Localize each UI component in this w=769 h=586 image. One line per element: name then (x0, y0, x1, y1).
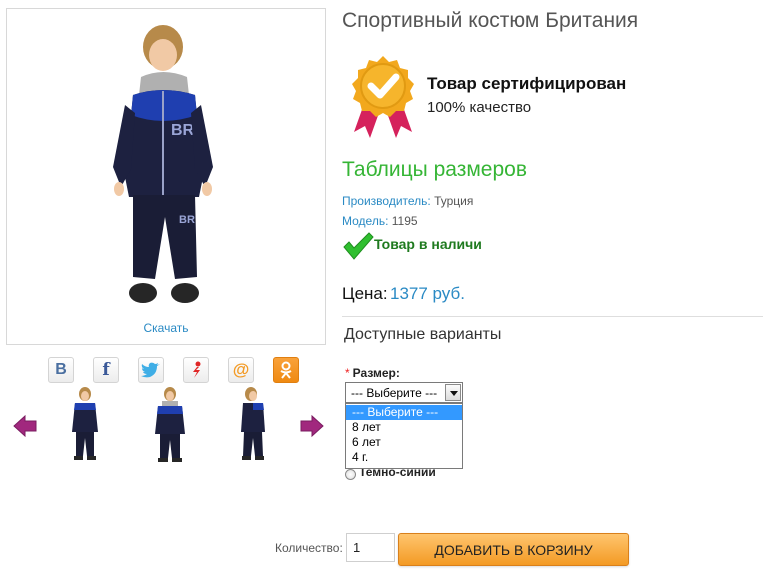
svg-text:BR: BR (171, 122, 195, 139)
facebook-share-button[interactable]: f (93, 357, 119, 383)
section-divider (342, 316, 763, 317)
stock-status: Товар в наличи (374, 236, 482, 252)
certification-title: Товар сертифицирован (427, 74, 627, 93)
color-radio[interactable] (345, 469, 356, 480)
certification-subtitle: 100% качество (427, 99, 532, 116)
chevron-down-icon[interactable] (445, 384, 461, 401)
moikrug-share-button[interactable] (183, 357, 209, 383)
size-tables-link[interactable]: Таблицы размеров (342, 158, 527, 182)
carousel-next-arrow-icon[interactable] (299, 413, 325, 439)
product-title: Спортивный костюм Британия (342, 9, 639, 32)
model-value: 1195 (391, 214, 418, 228)
boy-tracksuit-photo: BR BR (113, 25, 213, 303)
size-select-value: --- Выберите --- (351, 386, 438, 400)
mailru-icon: @ (232, 360, 250, 379)
size-option[interactable]: --- Выберите --- (346, 405, 462, 420)
product-thumbnail[interactable] (150, 386, 190, 464)
twitter-bird-icon (141, 362, 160, 378)
svg-text:BR: BR (179, 214, 195, 226)
size-label: * Размер: (345, 366, 400, 380)
add-to-cart-button[interactable]: ДОБАВИТЬ В КОРЗИНУ (398, 533, 629, 566)
odnoklassniki-icon (280, 361, 292, 379)
download-link[interactable]: Скачать (7, 321, 325, 335)
twitter-share-button[interactable] (138, 357, 164, 383)
odnoklassniki-share-button[interactable] (273, 357, 299, 383)
product-thumbnail[interactable] (233, 386, 273, 464)
price-label: Цена: (342, 284, 388, 303)
model-row: Модель: 1195 (342, 214, 418, 228)
manufacturer-row: Производитель: Турция (342, 194, 473, 208)
moikrug-icon (193, 361, 201, 378)
size-label-text: Размер: (352, 366, 400, 380)
product-main-image[interactable]: BR BR Скачать (6, 8, 326, 345)
size-option[interactable]: 8 лет (346, 420, 462, 435)
size-select[interactable]: --- Выберите --- (345, 382, 463, 403)
in-stock-check-icon (343, 232, 374, 260)
available-options-heading: Доступные варианты (344, 326, 502, 343)
manufacturer-label[interactable]: Производитель: (342, 194, 431, 208)
vk-share-button[interactable]: B (48, 357, 74, 383)
product-thumbnail[interactable] (65, 386, 105, 464)
vk-icon: B (55, 361, 67, 378)
manufacturer-value: Турция (434, 194, 474, 208)
certified-badge-icon (352, 56, 414, 138)
mailru-share-button[interactable]: @ (228, 357, 254, 383)
facebook-icon: f (102, 360, 110, 380)
size-option[interactable]: 6 лет (346, 435, 462, 450)
price-value: 1377 руб. (390, 284, 465, 303)
size-dropdown-list: --- Выберите --- 8 лет 6 лет 4 г. (345, 403, 463, 469)
carousel-prev-arrow-icon[interactable] (12, 413, 38, 439)
required-mark: * (345, 366, 350, 380)
size-option[interactable]: 4 г. (346, 450, 462, 465)
quantity-input[interactable] (346, 533, 395, 562)
quantity-label: Количество: (275, 541, 343, 555)
model-label: Модель: (342, 214, 389, 228)
